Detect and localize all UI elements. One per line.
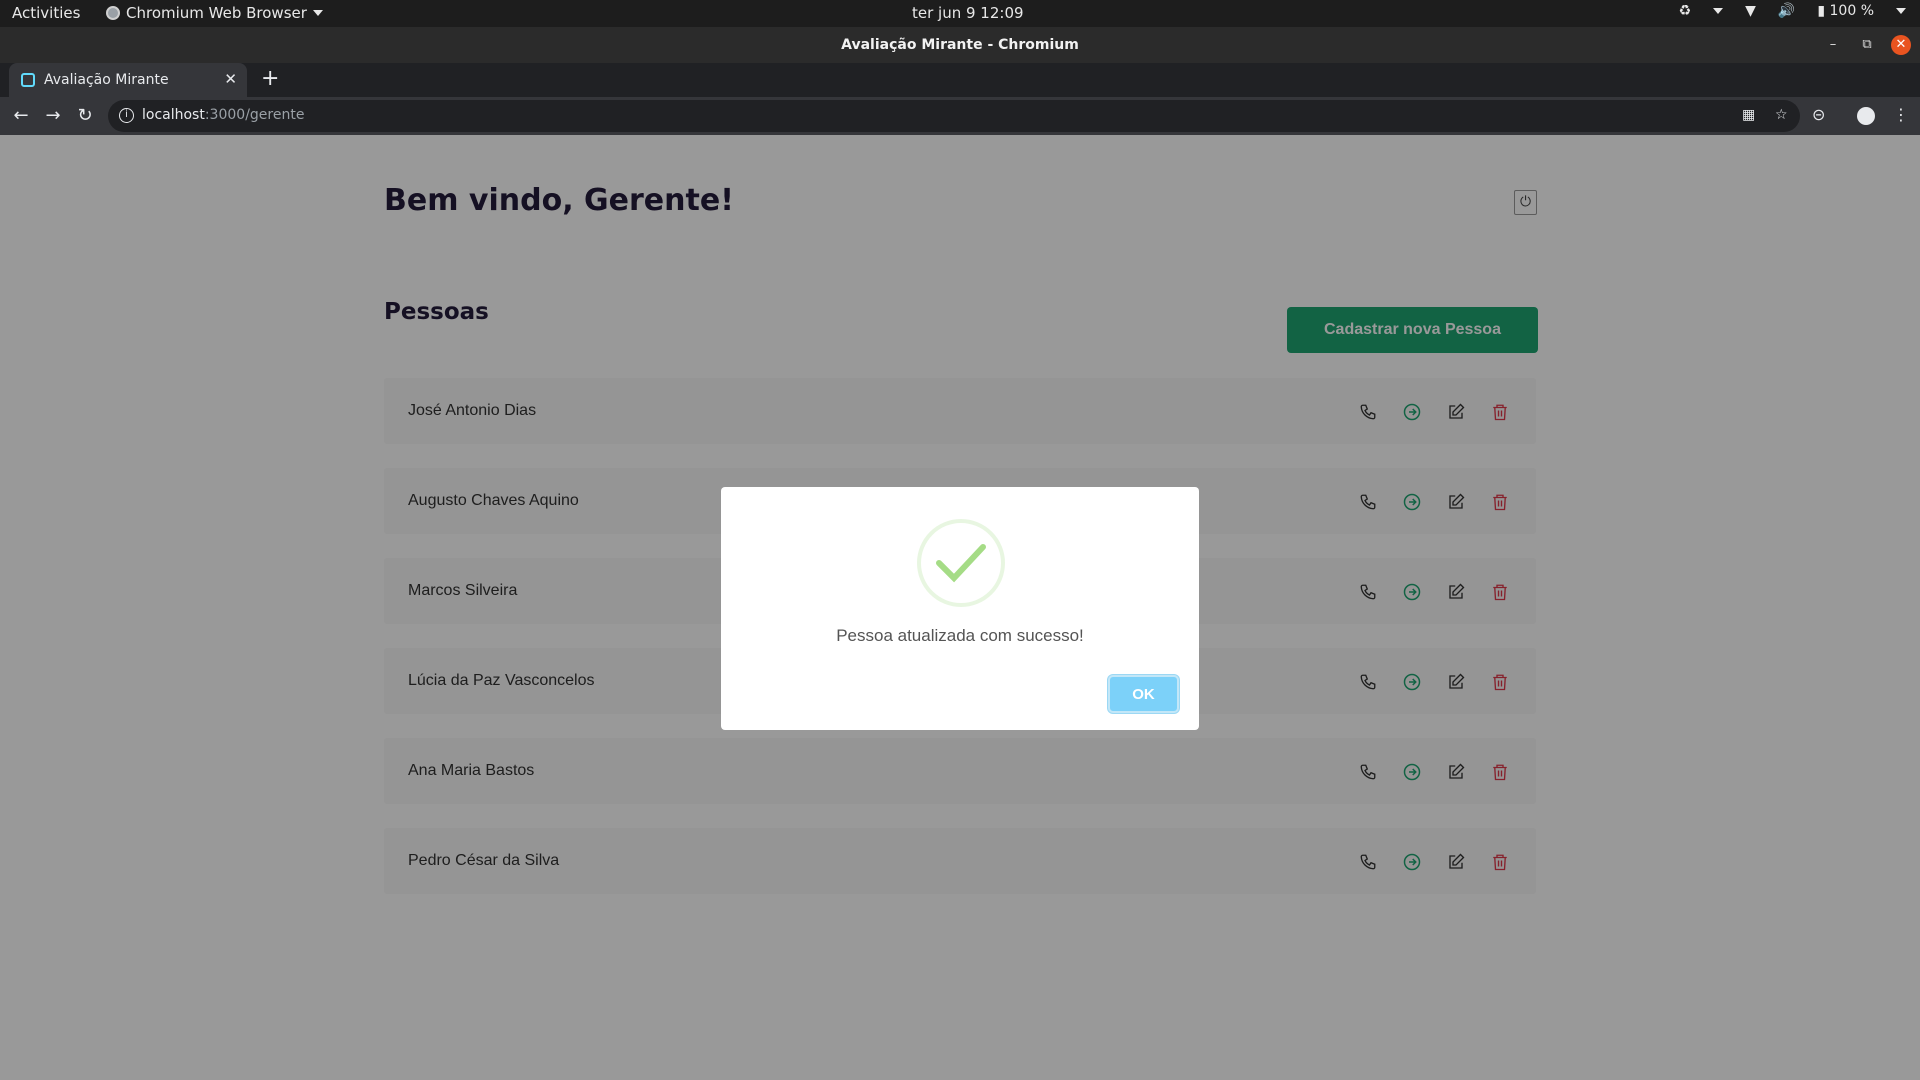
react-favicon-icon [21, 73, 35, 87]
profile-icon[interactable] [1857, 107, 1875, 125]
modal-message: Pessoa atualizada com sucesso! [836, 626, 1084, 645]
tab-avaliacao-mirante[interactable]: Avaliação Mirante ✕ [9, 63, 247, 97]
address-host: localhost [142, 107, 205, 123]
close-window-icon[interactable]: ✕ [1891, 35, 1911, 55]
system-top-bar: Activities Chromium Web Browser ter jun … [0, 0, 1920, 27]
window-title-bar: Avaliação Mirante - Chromium – ⧉ ✕ [0, 27, 1920, 63]
chromium-icon [106, 6, 120, 20]
ok-button[interactable]: OK [1108, 675, 1179, 713]
address-url: localhost:3000/gerente [142, 107, 304, 123]
clock[interactable]: ter jun 9 12:09 [912, 4, 1024, 22]
forward-icon[interactable]: → [42, 105, 64, 127]
system-tray[interactable]: ♻ ▼ 🔊 ▮ 100 % [1679, 3, 1906, 19]
close-tab-icon[interactable]: ✕ [224, 70, 237, 88]
new-tab-icon[interactable]: + [261, 67, 279, 91]
battery-indicator: ▮ 100 % [1817, 3, 1874, 19]
bookmark-star-icon[interactable]: ☆ [1775, 107, 1788, 123]
cast-icon[interactable]: ⊝ [1812, 105, 1825, 124]
address-path: :3000/gerente [204, 107, 305, 123]
back-icon[interactable]: ← [10, 105, 32, 127]
app-menu[interactable]: Chromium Web Browser [106, 4, 323, 22]
wifi-icon: ▼ [1745, 3, 1756, 19]
tab-label: Avaliação Mirante [44, 72, 169, 88]
chevron-down-icon [312, 10, 323, 16]
success-check-icon [917, 519, 1005, 607]
info-icon[interactable]: i [119, 108, 134, 123]
chevron-down-icon [1896, 8, 1906, 14]
volume-icon: 🔊 [1777, 3, 1796, 19]
activities-button[interactable]: Activities [12, 4, 80, 22]
reload-icon[interactable]: ↻ [74, 105, 96, 127]
battery-icon: ▮ [1817, 3, 1826, 19]
battery-label: 100 % [1829, 3, 1874, 19]
window-title: Avaliação Mirante - Chromium [841, 37, 1079, 53]
minimize-icon[interactable]: – [1823, 35, 1843, 55]
chevron-down-icon [1713, 8, 1724, 14]
menu-kebab-icon[interactable]: ⋮ [1893, 105, 1909, 124]
translate-icon[interactable]: ▦ [1742, 107, 1755, 123]
accessibility-icon[interactable]: ♻ [1679, 3, 1692, 19]
restore-icon[interactable]: ⧉ [1857, 35, 1877, 55]
tab-strip: Avaliação Mirante ✕ + [0, 63, 1920, 97]
address-bar[interactable]: i localhost:3000/gerente ▦ ☆ [108, 100, 1800, 132]
browser-toolbar: ← → ↻ i localhost:3000/gerente ▦ ☆ ⊝ ⋮ [0, 97, 1920, 135]
success-modal: Pessoa atualizada com sucesso! OK [721, 487, 1199, 730]
app-menu-label: Chromium Web Browser [126, 4, 307, 22]
